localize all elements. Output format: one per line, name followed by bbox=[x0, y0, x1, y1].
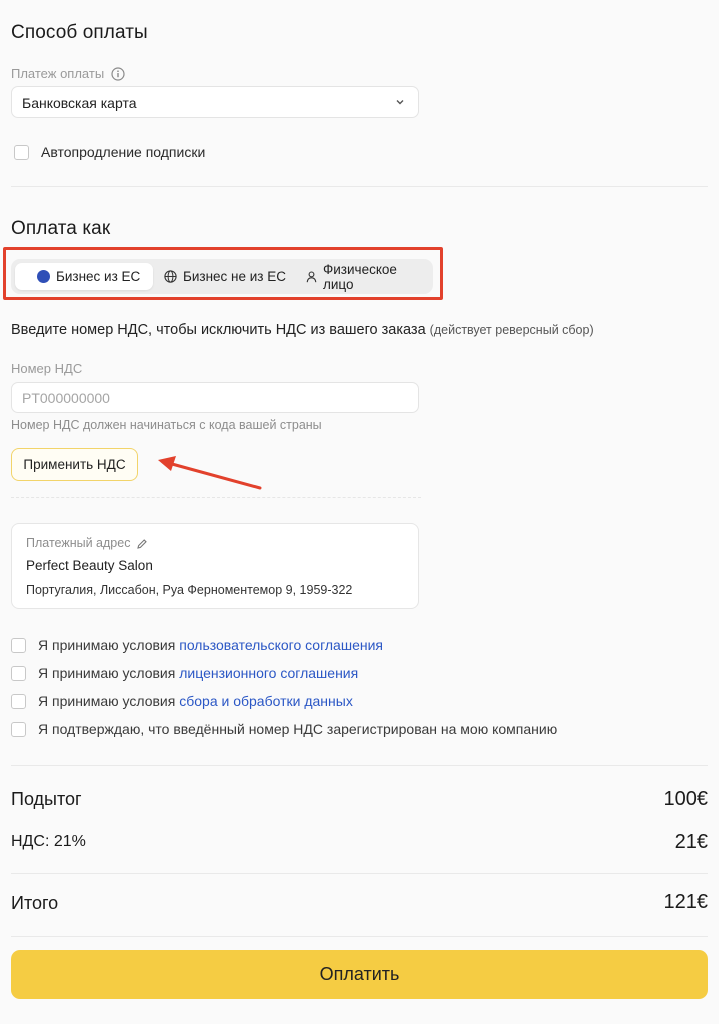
terms-checkbox[interactable] bbox=[11, 665, 26, 681]
vat-intro: Введите номер НДС, чтобы исключить НДС и… bbox=[11, 322, 594, 338]
tab-business-eu[interactable]: Бизнес из ЕС bbox=[15, 263, 153, 290]
dashed-divider bbox=[11, 497, 421, 498]
vat-summary-label: НДС: 21% bbox=[11, 833, 86, 850]
billing-name: Perfect Beauty Salon bbox=[26, 558, 153, 573]
payment-field-label: Платеж оплаты bbox=[11, 66, 105, 81]
billing-title-row: Платежный адрес bbox=[26, 536, 148, 550]
tab-business-eu-label: Бизнес из ЕС bbox=[56, 269, 141, 284]
vat-number-field[interactable] bbox=[11, 382, 419, 413]
terms-checkbox[interactable] bbox=[11, 693, 26, 709]
vat-summary-value: 21€ bbox=[674, 831, 708, 853]
divider bbox=[11, 936, 708, 937]
payment-method-select[interactable]: Банковская карта bbox=[11, 86, 419, 118]
payment-method-value: Банковская карта bbox=[22, 95, 137, 111]
person-icon bbox=[306, 270, 317, 283]
billing-title: Платежный адрес bbox=[26, 536, 131, 550]
terms-text: Я принимаю условия bbox=[38, 693, 176, 709]
pay-button[interactable]: Оплатить bbox=[11, 950, 708, 999]
tab-individual-label: Физическое лицо bbox=[323, 261, 397, 292]
divider bbox=[11, 186, 708, 187]
tab-business-non-eu-label: Бизнес не из ЕС bbox=[183, 269, 287, 284]
vat-intro-note: (действует реверсный сбор) bbox=[429, 323, 594, 337]
chevron-down-icon bbox=[394, 94, 406, 115]
terms-text: Я подтверждаю, что введённый номер НДС з… bbox=[38, 721, 558, 737]
billing-address-card[interactable]: Платежный адрес Perfect Beauty Salon Пор… bbox=[11, 523, 419, 609]
globe-icon bbox=[164, 270, 177, 283]
terms-row[interactable]: Я принимаю условия пользовательского сог… bbox=[11, 637, 383, 653]
billing-address: Португалия, Лиссабон, Руа Ферноментемор … bbox=[26, 583, 353, 597]
pay-as-segmented-control: Бизнес из ЕС Бизнес не из ЕС Физическое … bbox=[11, 259, 433, 294]
terms-text: Я принимаю условия bbox=[38, 637, 176, 653]
subtotal-label: Подытог bbox=[11, 789, 82, 809]
terms-row[interactable]: Я подтверждаю, что введённый номер НДС з… bbox=[11, 721, 557, 737]
pencil-icon[interactable] bbox=[136, 537, 148, 549]
auto-renew-checkbox[interactable] bbox=[14, 144, 29, 160]
user-agreement-link[interactable]: пользовательского соглашения bbox=[179, 637, 383, 653]
auto-renew-label: Автопродление подписки bbox=[41, 144, 206, 160]
vat-intro-text: Введите номер НДС, чтобы исключить НДС и… bbox=[11, 322, 426, 338]
terms-checkbox[interactable] bbox=[11, 637, 26, 653]
subtotal-value: 100€ bbox=[663, 788, 709, 810]
info-icon[interactable] bbox=[111, 66, 125, 81]
vat-number-input[interactable] bbox=[12, 383, 418, 412]
dot-icon bbox=[37, 270, 50, 283]
vat-hint: Номер НДС должен начинаться с кода вашей… bbox=[11, 418, 322, 432]
terms-row[interactable]: Я принимаю условия лицензионного соглаше… bbox=[11, 665, 358, 681]
divider bbox=[11, 873, 708, 874]
apply-vat-button[interactable]: Применить НДС bbox=[11, 448, 138, 481]
license-agreement-link[interactable]: лицензионного соглашения bbox=[179, 665, 358, 681]
tab-individual[interactable]: Физическое лицо bbox=[304, 261, 430, 292]
total-value: 121€ bbox=[663, 891, 709, 913]
pay-as-title: Оплата как bbox=[11, 218, 111, 239]
payment-field-label-row: Платеж оплаты bbox=[11, 66, 125, 81]
terms-row[interactable]: Я принимаю условия сбора и обработки дан… bbox=[11, 693, 353, 709]
auto-renew-row[interactable]: Автопродление подписки bbox=[14, 144, 205, 160]
data-processing-link[interactable]: сбора и обработки данных bbox=[179, 693, 353, 709]
vat-number-label: Номер НДС bbox=[11, 361, 83, 376]
terms-text: Я принимаю условия bbox=[38, 665, 176, 681]
terms-checkbox[interactable] bbox=[11, 721, 26, 737]
divider bbox=[11, 765, 708, 766]
tab-business-non-eu[interactable]: Бизнес не из ЕС bbox=[161, 263, 296, 290]
total-label: Итого bbox=[11, 893, 59, 913]
arrow-annotation bbox=[150, 450, 268, 501]
payment-method-title: Способ оплаты bbox=[11, 22, 148, 43]
